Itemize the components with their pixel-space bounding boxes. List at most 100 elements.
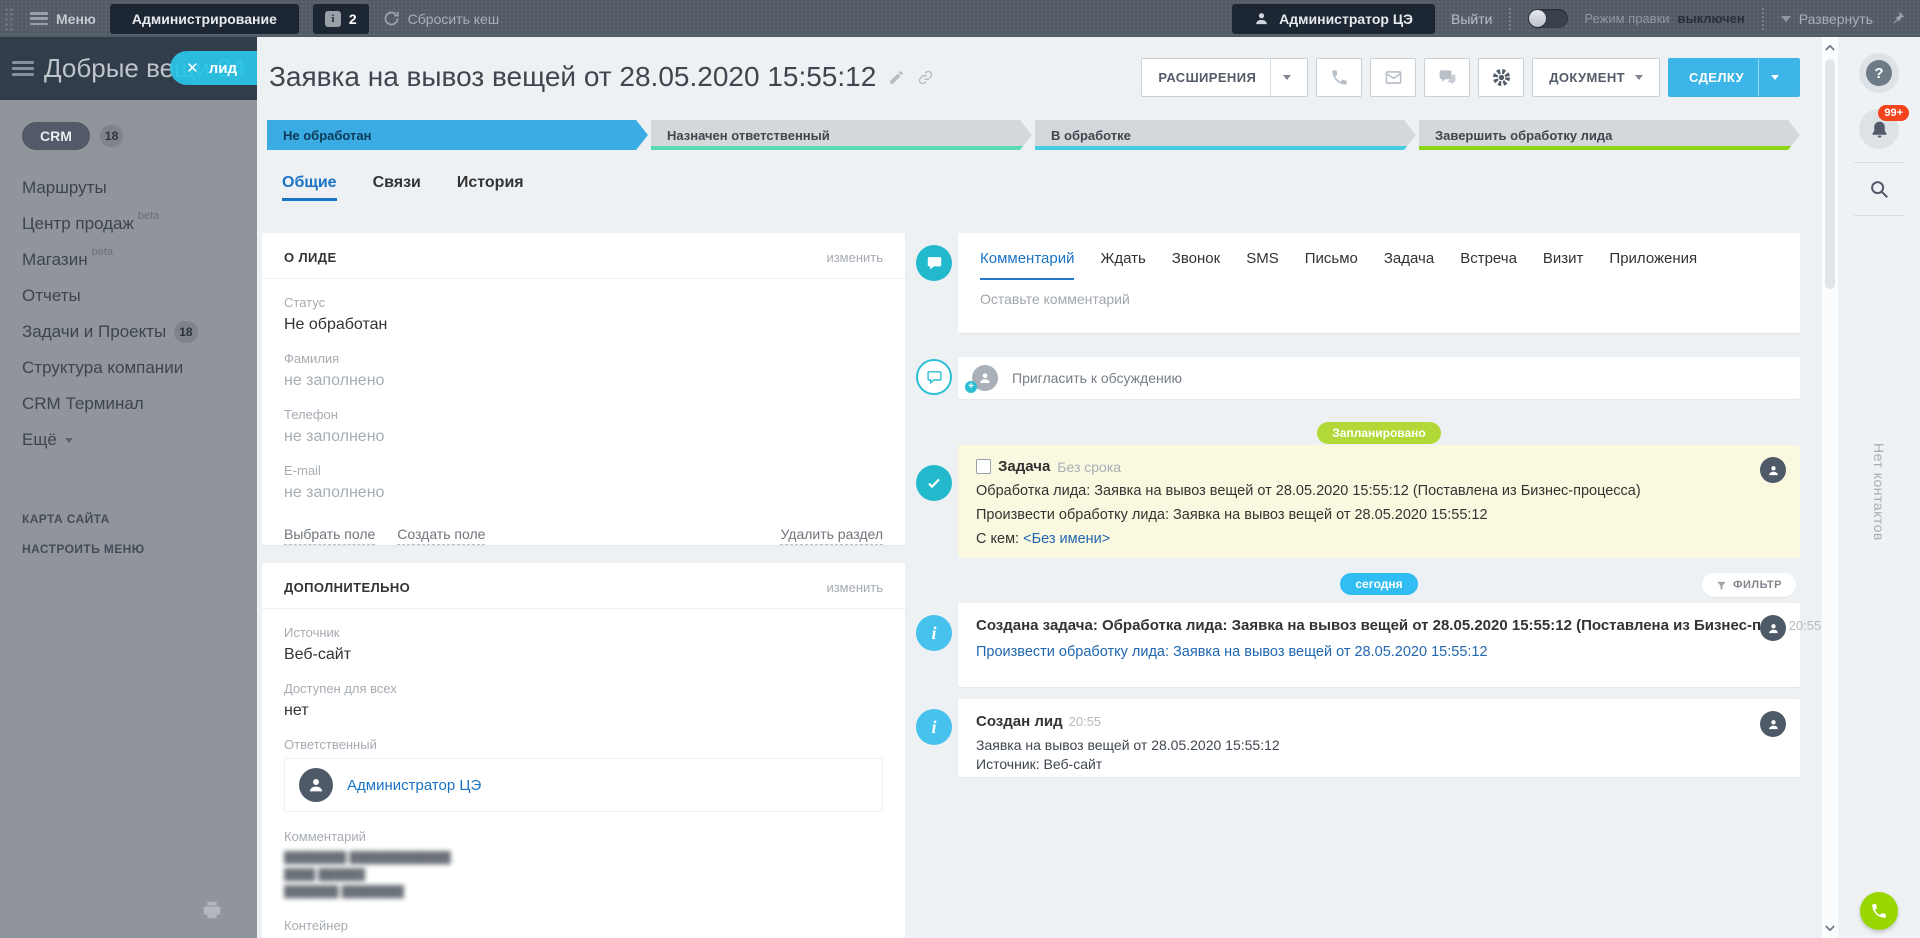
task-title-link[interactable]: Обработка лида: Заявка на вывоз вещей от…: [976, 483, 1782, 499]
rail-divider: [1854, 215, 1904, 216]
entry-link[interactable]: Произвести обработку лида: Заявка на выв…: [976, 644, 1750, 660]
scroll-down-button[interactable]: [1822, 920, 1838, 936]
info-feed-icon: i: [916, 709, 952, 745]
responsible-user-box: Администратор ЦЭ: [284, 758, 883, 812]
create-deal-button[interactable]: СДЕЛКУ: [1668, 58, 1800, 97]
vertical-scrollbar[interactable]: [1822, 37, 1838, 938]
tab-apps[interactable]: Приложения: [1609, 250, 1697, 280]
reset-cache-button[interactable]: Сбросить кеш: [383, 10, 499, 27]
tab-history[interactable]: История: [457, 174, 524, 201]
chevron-down-icon: [1771, 75, 1779, 80]
filter-button[interactable]: ФИЛЬТР: [1702, 573, 1796, 597]
stage-finish-processing[interactable]: Завершить обработку лида: [1419, 120, 1800, 150]
tab-wait[interactable]: Ждать: [1100, 250, 1145, 280]
task-with-link[interactable]: <Без имени>: [1023, 531, 1110, 547]
edit-section-link[interactable]: изменить: [826, 250, 883, 265]
entry-line: Заявка на вывоз вещей от 28.05.2020 15:5…: [976, 737, 1750, 753]
invite-feed-icon: [916, 359, 952, 395]
tab-call[interactable]: Звонок: [1172, 250, 1220, 280]
tab-connections[interactable]: Связи: [373, 174, 421, 201]
task-with-label: С кем:: [976, 531, 1019, 547]
print-button[interactable]: [201, 899, 223, 926]
topbar-separator: [1761, 7, 1765, 31]
sidebar-item-sales-center[interactable]: Центр продажbeta: [0, 206, 257, 242]
sidebar-item-reports[interactable]: Отчеты: [0, 278, 257, 314]
expand-label: Развернуть: [1799, 11, 1873, 27]
sidebar-item-crm-terminal[interactable]: CRM Терминал: [0, 386, 257, 422]
reset-cache-label: Сбросить кеш: [408, 11, 499, 27]
email-button[interactable]: [1370, 58, 1416, 97]
card-title: О ЛИДЕ: [284, 250, 337, 265]
add-user-icon: +: [972, 365, 998, 391]
current-user-button[interactable]: Администратор ЦЭ: [1232, 4, 1435, 34]
task-checkbox[interactable]: [976, 459, 991, 474]
tab-comment[interactable]: Комментарий: [980, 250, 1074, 280]
comment-composer-card: Комментарий Ждать Звонок SMS Письмо Зада…: [958, 233, 1800, 333]
sitemap-link[interactable]: КАРТА САЙТА: [0, 504, 257, 534]
notifications-button[interactable]: 99+: [1859, 109, 1899, 149]
pin-icon: [1889, 10, 1906, 27]
sidebar-item-store[interactable]: Магазинbeta: [0, 242, 257, 278]
edit-title-button[interactable]: [888, 69, 905, 86]
tab-sms[interactable]: SMS: [1246, 250, 1279, 280]
tab-general[interactable]: Общие: [282, 174, 337, 201]
sidebar-item-tasks[interactable]: Задачи и Проекты18: [0, 314, 257, 350]
main-content: Заявка на вывоз вещей от 28.05.2020 15:5…: [257, 37, 1822, 938]
user-icon: [1254, 11, 1269, 26]
phone-icon: [1330, 68, 1349, 87]
telephony-widget-button[interactable]: [1860, 892, 1898, 930]
expand-button[interactable]: Развернуть: [1781, 11, 1873, 27]
stage-assigned[interactable]: Назначен ответственный: [651, 120, 1032, 150]
phone-icon: [1870, 902, 1888, 920]
avatar: [1760, 615, 1786, 641]
lead-stage-bar: Не обработан Назначен ответственный В об…: [267, 120, 1800, 150]
help-button[interactable]: ?: [1859, 53, 1899, 93]
scrollbar-thumb[interactable]: [1825, 59, 1835, 289]
delete-section-link[interactable]: Удалить раздел: [780, 526, 883, 545]
sidebar: Добрые вещи 24 ✕ лид CRM 18 Маршруты Цен…: [0, 37, 257, 938]
stage-in-progress[interactable]: В обработке: [1035, 120, 1416, 150]
field-container-label: Контейнер: [284, 918, 883, 933]
logout-link[interactable]: Выйти: [1451, 11, 1492, 27]
document-button[interactable]: ДОКУМЕНТ: [1532, 58, 1660, 97]
search-button[interactable]: [1859, 176, 1899, 202]
field-responsible: Ответственный Администратор ЦЭ: [284, 737, 883, 812]
call-button[interactable]: [1316, 58, 1362, 97]
administration-button[interactable]: Администрирование: [110, 4, 299, 34]
menu-button[interactable]: Меню: [30, 11, 96, 27]
tab-visit[interactable]: Визит: [1543, 250, 1584, 280]
sidebar-item-routes[interactable]: Маршруты: [0, 170, 257, 206]
copy-link-button[interactable]: [917, 69, 934, 86]
sidebar-item-company-structure[interactable]: Структура компании: [0, 350, 257, 386]
sidebar-item-more[interactable]: Ещё: [0, 422, 257, 458]
settings-button[interactable]: [1478, 58, 1524, 97]
extensions-button[interactable]: РАСШИРЕНИЯ: [1141, 58, 1308, 97]
stage-not-processed[interactable]: Не обработан: [267, 120, 648, 150]
planned-badge: Запланировано: [1317, 422, 1441, 444]
sidebar-hamburger-icon[interactable]: [12, 61, 34, 76]
sidebar-item-crm[interactable]: CRM: [22, 122, 90, 150]
speech-bubble-outline-icon: [926, 369, 943, 386]
chevron-down-icon: [1825, 925, 1835, 932]
avatar: [1760, 711, 1786, 737]
edit-mode-toggle[interactable]: [1528, 9, 1568, 28]
tab-meeting[interactable]: Встреча: [1460, 250, 1517, 280]
configure-menu-link[interactable]: НАСТРОИТЬ МЕНЮ: [0, 534, 257, 564]
pin-button[interactable]: [1889, 10, 1906, 27]
notifications-counter-button[interactable]: i 2: [313, 4, 369, 34]
select-field-link[interactable]: Выбрать поле: [284, 526, 375, 545]
tab-task[interactable]: Задача: [1384, 250, 1434, 280]
create-field-link[interactable]: Создать поле: [397, 526, 485, 545]
comment-input[interactable]: Оставьте комментарий: [958, 280, 1800, 318]
edit-section-link[interactable]: изменить: [826, 580, 883, 595]
tab-letter[interactable]: Письмо: [1305, 250, 1358, 280]
close-icon[interactable]: ✕: [186, 59, 199, 77]
invite-to-discussion-button[interactable]: + Пригласить к обсуждению: [958, 357, 1800, 399]
info-feed-icon: i: [916, 615, 952, 651]
entry-title: Создан лид20:55: [976, 713, 1750, 730]
lead-filter-pill[interactable]: ✕ лид: [170, 51, 257, 85]
scroll-up-button[interactable]: [1822, 39, 1838, 55]
responsible-user-link[interactable]: Администратор ЦЭ: [347, 777, 481, 794]
crm-counter-badge: 18: [100, 125, 123, 147]
chat-button[interactable]: [1424, 58, 1470, 97]
